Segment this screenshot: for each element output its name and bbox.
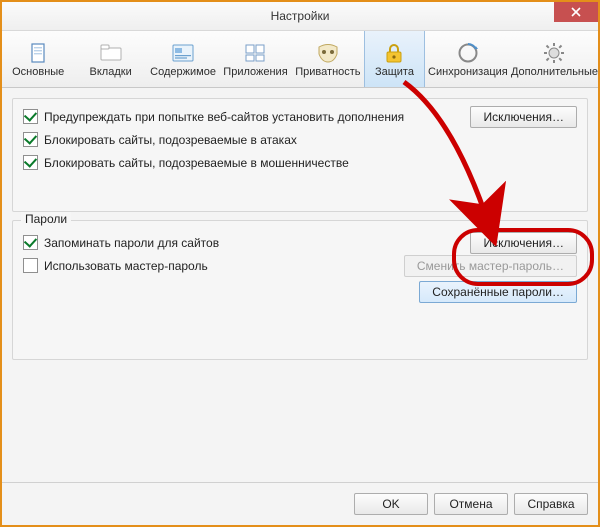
lock-icon xyxy=(382,41,406,65)
tab-content[interactable]: Содержимое xyxy=(147,31,219,87)
checkbox-remember-passwords[interactable] xyxy=(23,235,38,250)
label-block-attack: Блокировать сайты, подозреваемые в атака… xyxy=(44,133,297,147)
gear-icon xyxy=(542,41,566,65)
group-security: Предупреждать при попытке веб-сайтов уст… xyxy=(12,98,588,212)
saved-passwords-button[interactable]: Сохранённые пароли… xyxy=(419,281,577,303)
mask-icon xyxy=(316,41,340,65)
tab-applications[interactable]: Приложения xyxy=(219,31,291,87)
tab-sync[interactable]: Синхронизация xyxy=(425,31,511,87)
tab-label: Синхронизация xyxy=(428,67,508,78)
tab-label: Защита xyxy=(375,67,414,78)
tab-label: Основные xyxy=(12,67,64,78)
group-legend: Пароли xyxy=(21,212,71,226)
folder-icon xyxy=(99,41,123,65)
label-warn-addons: Предупреждать при попытке веб-сайтов уст… xyxy=(44,110,404,124)
category-toolbar: Основные Вкладки Содержимое Приложения П xyxy=(2,31,598,88)
tab-label: Дополнительные xyxy=(511,67,598,78)
tab-tabs[interactable]: Вкладки xyxy=(74,31,146,87)
checkbox-block-fraud[interactable] xyxy=(23,155,38,170)
tab-general[interactable]: Основные xyxy=(2,31,74,87)
window-title: Настройки xyxy=(271,9,330,23)
passwords-exceptions-button[interactable]: Исключения… xyxy=(470,232,577,254)
tab-label: Содержимое xyxy=(150,67,216,78)
exceptions-button[interactable]: Исключения… xyxy=(470,106,577,128)
checkbox-block-attack[interactable] xyxy=(23,132,38,147)
label-master-password: Использовать мастер-пароль xyxy=(44,259,208,273)
change-master-button: Сменить мастер-пароль… xyxy=(404,255,577,277)
tab-security[interactable]: Защита xyxy=(364,31,425,87)
content-icon xyxy=(171,41,195,65)
checkbox-warn-addons[interactable] xyxy=(23,109,38,124)
tab-label: Вкладки xyxy=(90,67,132,78)
checkbox-master-password[interactable] xyxy=(23,258,38,273)
sync-icon xyxy=(456,41,480,65)
ok-button[interactable]: OK xyxy=(354,493,428,515)
settings-window: Настройки Основные Вкладки Содерж xyxy=(0,0,600,527)
group-passwords: Пароли Запоминать пароли для сайтов Искл… xyxy=(12,220,588,360)
tab-privacy[interactable]: Приватность xyxy=(292,31,364,87)
titlebar: Настройки xyxy=(2,2,598,31)
cancel-button[interactable]: Отмена xyxy=(434,493,508,515)
tab-label: Приложения xyxy=(223,67,287,78)
close-icon xyxy=(571,7,581,17)
label-remember-passwords: Запоминать пароли для сайтов xyxy=(44,236,219,250)
applications-icon xyxy=(243,41,267,65)
dialog-buttons: OK Отмена Справка xyxy=(2,482,598,525)
content-area: Предупреждать при попытке веб-сайтов уст… xyxy=(2,88,598,482)
tab-label: Приватность xyxy=(295,67,360,78)
page-icon xyxy=(26,41,50,65)
label-block-fraud: Блокировать сайты, подозреваемые в мошен… xyxy=(44,156,349,170)
close-button[interactable] xyxy=(554,2,598,22)
tab-advanced[interactable]: Дополнительные xyxy=(511,31,598,87)
help-button[interactable]: Справка xyxy=(514,493,588,515)
